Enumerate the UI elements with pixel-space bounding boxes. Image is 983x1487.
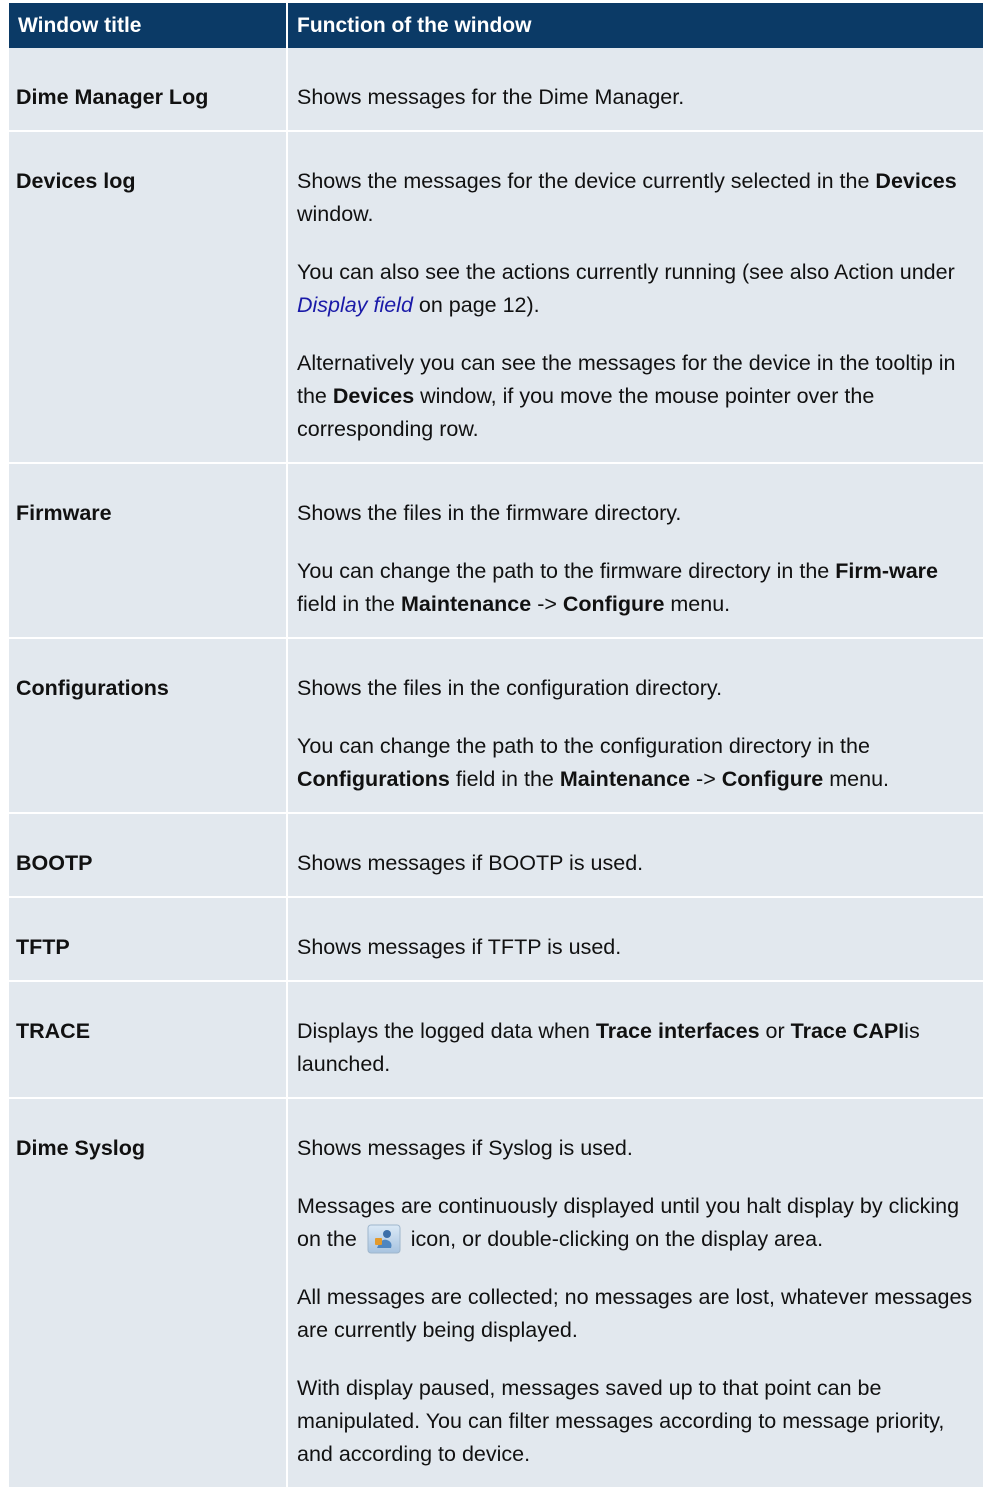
column-header-function: Function of the window <box>287 3 983 48</box>
description-paragraph: Shows messages for the Dime Manager. <box>297 85 685 109</box>
row-title: Configurations <box>9 637 288 813</box>
table-row: Configurations Shows the files in the co… <box>9 637 983 813</box>
table-row: Dime Syslog Shows messages if Syslog is … <box>9 1097 983 1487</box>
table-row: Devices log Shows the messages for the d… <box>9 130 983 463</box>
row-description: Shows the files in the configuration dir… <box>287 637 983 813</box>
bold-term: Maintenance <box>559 767 691 791</box>
table-header-row: Window title Function of the window <box>9 3 983 48</box>
description-paragraph: You can also see the actions currently r… <box>297 260 955 317</box>
description-paragraph: Messages are continuously displayed unti… <box>297 1190 974 1256</box>
row-description: Displays the logged data when Trace inte… <box>287 980 983 1098</box>
row-description: Shows the messages for the device curren… <box>287 130 983 463</box>
description-paragraph: Shows messages if TFTP is used. <box>297 935 622 959</box>
table-row: TRACE Displays the logged data when Trac… <box>9 980 983 1098</box>
description-paragraph: Shows the messages for the device curren… <box>297 169 957 226</box>
column-header-window-title: Window title <box>9 3 288 48</box>
bold-term: Trace CAPI <box>790 1019 905 1043</box>
row-description: Shows messages for the Dime Manager. <box>287 48 983 131</box>
description-paragraph: Alternatively you can see the messages f… <box>297 351 956 441</box>
table-row: BOOTP Shows messages if BOOTP is used. <box>9 812 983 897</box>
row-title: Devices log <box>9 130 288 463</box>
table-row: Firmware Shows the files in the firmware… <box>9 462 983 638</box>
description-paragraph: Shows the files in the configuration dir… <box>297 676 723 700</box>
bold-term: Configure <box>562 592 665 616</box>
description-paragraph: Shows the files in the firmware director… <box>297 501 682 525</box>
description-paragraph: All messages are collected; no messages … <box>297 1285 973 1342</box>
description-paragraph: Shows messages if BOOTP is used. <box>297 851 644 875</box>
window-functions-table: Window title Function of the window Dime… <box>9 3 983 1487</box>
table-row: Dime Manager Log Shows messages for the … <box>9 48 983 131</box>
table-row: TFTP Shows messages if TFTP is used. <box>9 896 983 981</box>
row-title: TFTP <box>9 896 288 981</box>
description-paragraph: You can change the path to the configura… <box>297 734 890 791</box>
display-field-link[interactable]: Display field <box>297 293 413 317</box>
row-title: Dime Syslog <box>9 1097 288 1487</box>
description-paragraph: Displays the logged data when Trace inte… <box>297 1019 920 1076</box>
bold-term: Configure <box>721 767 824 791</box>
row-description: Shows messages if TFTP is used. <box>287 896 983 981</box>
halt-display-icon <box>367 1224 401 1254</box>
row-title: Firmware <box>9 462 288 638</box>
bold-term: Devices <box>875 169 957 193</box>
row-title: TRACE <box>9 980 288 1098</box>
bold-term: Devices <box>332 384 415 408</box>
bold-term: Maintenance <box>400 592 532 616</box>
description-paragraph: You can change the path to the firmware … <box>297 559 938 616</box>
row-description: Shows messages if Syslog is used. Messag… <box>287 1097 983 1487</box>
bold-term: Firm-ware <box>835 559 938 583</box>
row-description: Shows messages if BOOTP is used. <box>287 812 983 897</box>
row-title: BOOTP <box>9 812 288 897</box>
bold-term: Trace interfaces <box>595 1019 760 1043</box>
row-title: Dime Manager Log <box>9 48 288 131</box>
row-description: Shows the files in the firmware director… <box>287 462 983 638</box>
description-paragraph: Shows messages if Syslog is used. <box>297 1136 633 1160</box>
description-paragraph: With display paused, messages saved up t… <box>297 1376 945 1466</box>
bold-term: Configurations <box>297 767 450 791</box>
